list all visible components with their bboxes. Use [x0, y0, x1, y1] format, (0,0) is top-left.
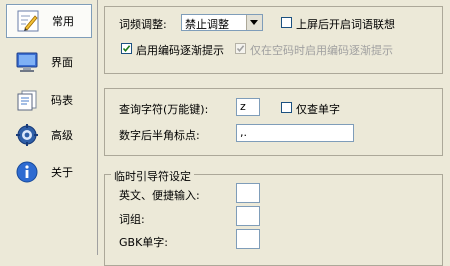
freq-select[interactable]: 禁止调整: [181, 14, 263, 31]
phrase-input[interactable]: [236, 206, 260, 226]
monitor-icon: [16, 51, 38, 73]
progressive-label: 启用编码逐渐提示: [136, 44, 224, 57]
info-icon: [16, 161, 38, 183]
document-icon: [16, 89, 38, 111]
sidebar-item-advanced[interactable]: 高级: [6, 119, 90, 151]
check-icon: [236, 45, 245, 53]
english-input[interactable]: [236, 183, 260, 203]
gear-icon: [16, 124, 38, 146]
single-char-label: 仅查单字: [296, 103, 340, 116]
query-key-input[interactable]: z: [236, 98, 260, 116]
text-pencil-icon: [17, 10, 39, 32]
sidebar-item-label: 码表: [51, 94, 73, 107]
freq-label: 词频调整:: [119, 18, 167, 31]
punct-label: 数字后半角标点:: [119, 129, 200, 142]
sidebar-item-about[interactable]: 关于: [6, 156, 90, 188]
sidebar-item-label: 界面: [51, 56, 73, 69]
freq-select-value: 禁止调整: [185, 18, 229, 31]
empty-code-checkbox[interactable]: [235, 43, 246, 54]
sidebar-item-label: 关于: [51, 166, 73, 179]
sidebar-item-interface[interactable]: 界面: [6, 46, 90, 78]
sidebar-divider: [97, 0, 98, 255]
english-label: 英文、便捷输入:: [119, 189, 200, 202]
gbk-label: GBK单字:: [119, 236, 168, 249]
chevron-down-icon[interactable]: [246, 15, 262, 30]
query-group: 查询字符(万能键): z 仅查单字 数字后半角标点: ,.: [104, 88, 443, 156]
sidebar-item-label: 常用: [52, 15, 74, 28]
sidebar-item-label: 高级: [51, 129, 73, 142]
check-icon: [122, 45, 131, 53]
temp-guide-legend: 临时引导符设定: [111, 168, 194, 184]
empty-code-label: 仅在空码时启用编码逐渐提示: [250, 44, 393, 57]
sidebar-item-general[interactable]: 常用: [6, 4, 92, 38]
sidebar: 常用 界面 码表 高级 关于: [0, 0, 96, 255]
phrase-label: 词组:: [119, 213, 145, 226]
temp-guide-group: 临时引导符设定 英文、便捷输入: 词组: GBK单字:: [104, 168, 443, 266]
assoc-label: 上屏后开启词语联想: [296, 18, 395, 31]
sidebar-item-codebook[interactable]: 码表: [6, 84, 90, 116]
punct-input[interactable]: ,.: [236, 124, 354, 142]
progressive-checkbox[interactable]: [121, 43, 132, 54]
gbk-input[interactable]: [236, 229, 260, 249]
single-char-checkbox[interactable]: [281, 102, 292, 113]
frequency-group: 词频调整: 禁止调整 上屏后开启词语联想 启用编码逐渐提示 仅在空码时启用编码逐…: [104, 6, 443, 74]
query-key-label: 查询字符(万能键):: [119, 103, 209, 116]
assoc-checkbox[interactable]: [281, 17, 292, 28]
